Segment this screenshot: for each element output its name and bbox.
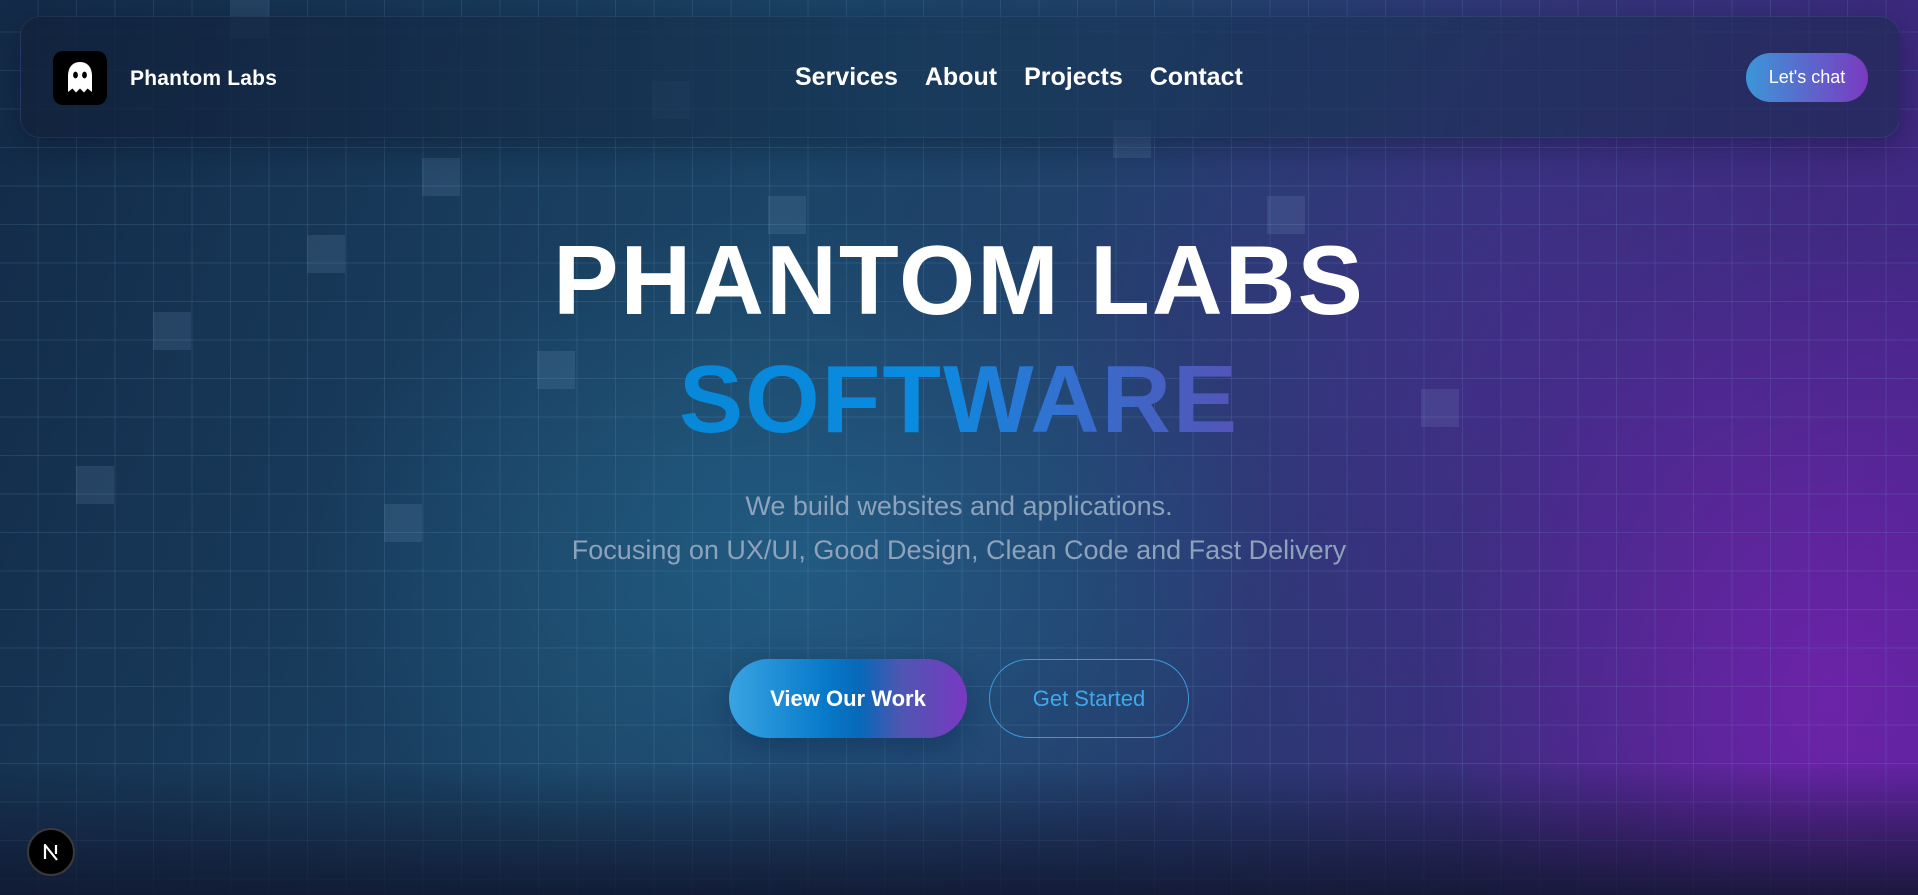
grid-tile <box>422 158 460 196</box>
hero-subtitle: SOFTWARE <box>0 345 1918 455</box>
logo[interactable] <box>53 51 107 105</box>
nextjs-devtools-button[interactable] <box>27 828 75 876</box>
hero-tagline-2: Focusing on UX/UI, Good Design, Clean Co… <box>571 535 1347 565</box>
nav-projects[interactable]: Projects <box>1024 63 1123 92</box>
hero-tagline-1: We build websites and applications. <box>745 491 1173 521</box>
get-started-button[interactable]: Get Started <box>989 659 1189 738</box>
nav-contact[interactable]: Contact <box>1150 63 1243 92</box>
hero-title: PHANTOM LABS <box>553 225 1365 335</box>
view-our-work-button[interactable]: View Our Work <box>729 659 967 738</box>
brand-name[interactable]: Phantom Labs <box>130 67 277 91</box>
hero-subtitle-text: SOFTWARE <box>679 346 1239 453</box>
main-nav: Services About Projects Contact <box>795 63 1243 92</box>
page: Phantom Labs Services About Projects Con… <box>0 0 1918 895</box>
bottom-fade <box>0 765 1918 895</box>
nav-services[interactable]: Services <box>795 63 898 92</box>
navbar: Phantom Labs Services About Projects Con… <box>20 16 1900 138</box>
lets-chat-button[interactable]: Let's chat <box>1746 53 1868 102</box>
nav-about[interactable]: About <box>925 63 997 92</box>
ghost-icon <box>68 62 92 93</box>
nextjs-n-icon <box>43 843 58 861</box>
